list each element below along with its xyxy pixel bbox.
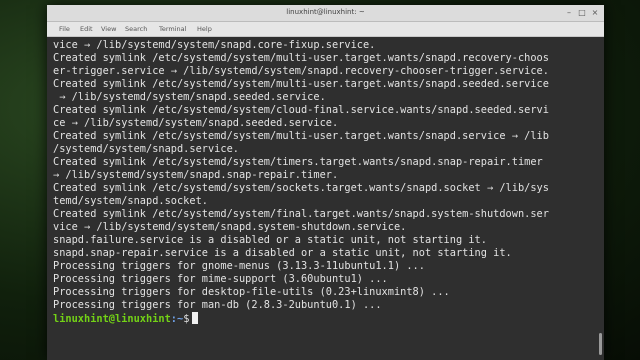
menu-view[interactable]: View xyxy=(101,25,116,33)
terminal-line: Processing triggers for desktop-file-uti… xyxy=(53,286,450,298)
menu-file[interactable]: File xyxy=(59,25,70,33)
terminal-line: Created symlink /etc/systemd/system/fina… xyxy=(53,208,549,220)
terminal-line: er-trigger.service → /lib/systemd/system… xyxy=(53,65,549,77)
terminal-line: → /lib/systemd/system/snapd.seeded.servi… xyxy=(53,91,326,103)
terminal-line: Created symlink /etc/systemd/system/mult… xyxy=(53,130,549,142)
terminal-output[interactable]: vice → /lib/systemd/system/snapd.core-fi… xyxy=(47,37,604,360)
menu-bar: File Edit View Search Terminal Help xyxy=(47,22,604,37)
close-button[interactable]: × xyxy=(590,8,600,18)
terminal-line: Created symlink /etc/systemd/system/mult… xyxy=(53,52,549,64)
terminal-line: Created symlink /etc/systemd/system/mult… xyxy=(53,78,549,90)
terminal-line: → /lib/systemd/system/snapd.snap-repair.… xyxy=(53,169,339,181)
terminal-window: linuxhint@linuxhint: ~ – □ × File Edit V… xyxy=(47,5,604,360)
terminal-line: Processing triggers for man-db (2.8.3-2u… xyxy=(53,299,382,311)
prompt-user: linuxhint@linuxhint xyxy=(53,313,171,325)
prompt-line[interactable]: linuxhint@linuxhint:~$ xyxy=(53,312,199,325)
terminal-line: vice → /lib/systemd/system/snapd.system-… xyxy=(53,221,407,233)
window-title: linuxhint@linuxhint: ~ xyxy=(286,8,365,16)
menu-terminal[interactable]: Terminal xyxy=(159,25,186,33)
prompt-path: :~ xyxy=(170,313,184,325)
terminal-line: snapd.failure.service is a disabled or a… xyxy=(53,234,487,246)
terminal-line: Created symlink /etc/systemd/system/clou… xyxy=(53,104,549,116)
terminal-line: vice → /lib/systemd/system/snapd.core-fi… xyxy=(53,39,376,51)
menu-help[interactable]: Help xyxy=(197,25,212,33)
minimize-button[interactable]: – xyxy=(564,8,574,18)
title-bar[interactable]: linuxhint@linuxhint: ~ – □ × xyxy=(47,5,604,22)
terminal-line: Created symlink /etc/systemd/system/sock… xyxy=(53,182,549,194)
prompt-symbol: $ xyxy=(183,313,190,325)
terminal-line: ce → /lib/systemd/system/snapd.seeded.se… xyxy=(53,117,339,129)
terminal-line: Processing triggers for gnome-menus (3.1… xyxy=(53,260,425,272)
terminal-line: /systemd/system/snapd.service. xyxy=(53,143,239,155)
text-cursor xyxy=(192,312,199,324)
menu-edit[interactable]: Edit xyxy=(80,25,93,33)
terminal-line: Created symlink /etc/systemd/system/time… xyxy=(53,156,543,168)
terminal-line: temd/system/snapd.socket. xyxy=(53,195,208,207)
maximize-button[interactable]: □ xyxy=(577,8,587,18)
terminal-line: snapd.snap-repair.service is a disabled … xyxy=(53,247,512,259)
scrollbar-thumb[interactable] xyxy=(599,333,602,355)
menu-search[interactable]: Search xyxy=(125,25,147,33)
terminal-line: Processing triggers for mime-support (3.… xyxy=(53,273,388,285)
